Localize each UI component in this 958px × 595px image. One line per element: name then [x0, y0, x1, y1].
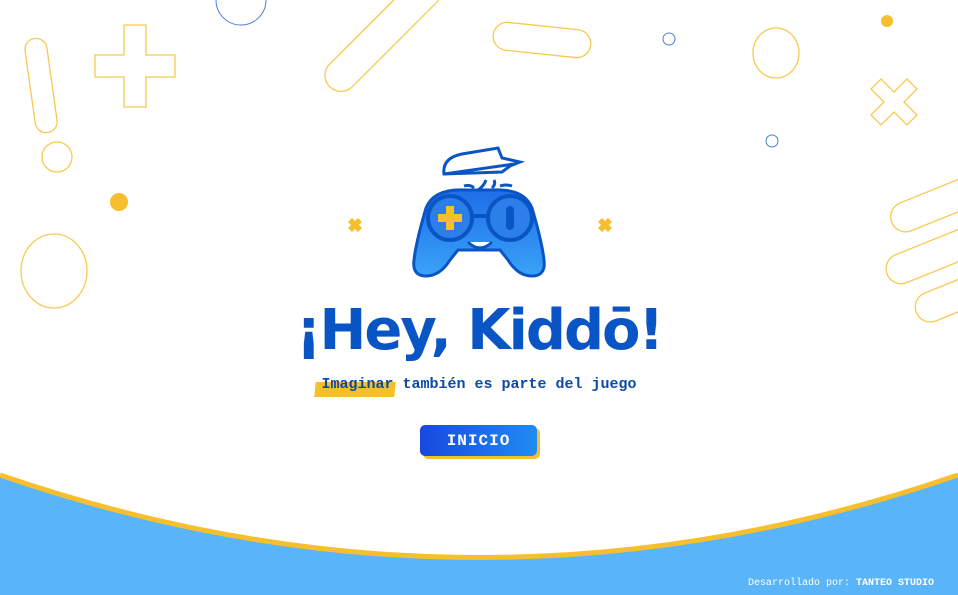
gamepad-icon	[412, 146, 546, 278]
dot-shape	[881, 15, 893, 27]
circle-shape	[662, 32, 676, 46]
pill-shape	[492, 21, 592, 59]
tagline-highlight: Imaginar	[321, 376, 394, 393]
tagline-rest: también es parte del juego	[393, 376, 637, 393]
plus-shape	[94, 24, 176, 108]
credit-prefix: Desarrollado por:	[747, 578, 856, 589]
cross-icon	[598, 218, 612, 232]
footer-credit: Desarrollado por: TANTEO STUDIO	[748, 578, 934, 589]
app-title: ¡Hey, Kiddō!	[295, 298, 664, 363]
circle-shape	[41, 141, 73, 173]
bottom-wave	[0, 472, 958, 595]
cap-icon	[442, 146, 526, 176]
circle-shape	[765, 134, 779, 148]
cross-icon	[348, 218, 362, 232]
pill-shape	[24, 37, 58, 134]
circle-shape	[215, 0, 267, 26]
pill-shape	[890, 171, 958, 233]
circle-shape	[752, 27, 800, 79]
pill-shape	[885, 223, 958, 285]
tagline: Imaginar también es parte del juego	[0, 376, 958, 393]
pill-shape	[324, 0, 442, 93]
dot-shape	[110, 193, 128, 211]
studio-name: TANTEO STUDIO	[855, 578, 934, 589]
x-shape	[870, 78, 918, 126]
